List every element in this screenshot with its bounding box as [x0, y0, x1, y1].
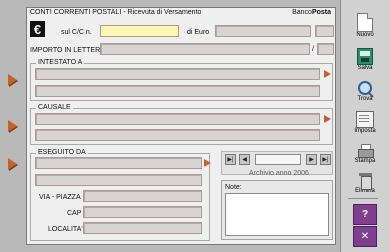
eseguito-line2-field[interactable] — [35, 174, 202, 186]
help-button[interactable]: ? — [353, 204, 377, 225]
street-label: VIA - PIAZZA — [39, 194, 81, 201]
previous-record-button[interactable]: ◀ — [239, 154, 250, 165]
save-button[interactable]: Salva — [348, 39, 382, 73]
first-record-button[interactable]: ▶| — [225, 154, 236, 165]
amount-euro-field[interactable] — [215, 25, 311, 37]
next-record-button[interactable]: ▶ — [306, 154, 317, 165]
eseguito-line1-field[interactable] — [35, 157, 202, 169]
brand-plain: Banco — [292, 9, 312, 16]
form-title: CONTI CORRENTI POSTALI - Ricevuta di Ver… — [30, 9, 202, 16]
record-slider[interactable] — [255, 154, 301, 165]
printer-icon — [357, 144, 374, 158]
causale-line2-field[interactable] — [35, 129, 320, 141]
amount-words-cents-field[interactable] — [317, 43, 334, 55]
intestato-line2-field[interactable] — [35, 85, 320, 97]
causale-title: CAUSALE — [36, 104, 73, 111]
close-icon: ✕ — [360, 231, 370, 242]
floppy-disk-icon — [357, 48, 373, 65]
cap-label: CAP — [67, 210, 82, 217]
intestato-pointer-icon[interactable] — [8, 74, 17, 86]
help-icon: ? — [361, 209, 369, 220]
eseguito-title: ESEGUITO DA — [36, 149, 88, 156]
intestato-line1-field[interactable] — [35, 68, 320, 80]
causale-expand-icon[interactable] — [324, 115, 331, 123]
amount-separator: / — [312, 46, 314, 53]
new-label: Nuovo — [356, 32, 374, 38]
notes-textarea[interactable] — [225, 193, 329, 236]
print-settings-icon — [356, 111, 374, 128]
magnifier-icon — [357, 80, 374, 98]
settings-button[interactable]: Imposta — [348, 102, 382, 136]
city-field[interactable] — [83, 222, 202, 234]
toolbar-divider — [348, 198, 378, 199]
notes-label: Note: — [225, 184, 242, 191]
amount-words-label: IMPORTO IN LETTERE — [30, 47, 105, 54]
find-button[interactable]: Trova — [348, 70, 382, 104]
city-label: LOCALITA' — [48, 226, 83, 233]
amount-words-field[interactable] — [100, 43, 310, 55]
account-number-field[interactable] — [100, 25, 179, 37]
street-field[interactable] — [83, 190, 202, 202]
euro-icon: € — [30, 21, 45, 37]
new-document-icon — [357, 13, 373, 32]
close-button[interactable]: ✕ — [353, 226, 377, 247]
account-label: sul C/C n. — [61, 29, 92, 36]
delete-button[interactable]: Elimina — [348, 162, 382, 196]
amount-cents-field[interactable] — [315, 25, 334, 37]
eseguito-pointer-icon[interactable] — [8, 158, 17, 170]
intestato-expand-icon[interactable] — [324, 70, 331, 78]
brand-bold: Posta — [311, 9, 331, 16]
eseguito-expand-icon[interactable] — [204, 159, 211, 167]
cap-field[interactable] — [83, 206, 202, 218]
archive-year-label: Archivio anno 2006 — [249, 170, 309, 177]
last-record-button[interactable]: ▶| — [320, 154, 331, 165]
form-panel: CONTI CORRENTI POSTALI - Ricevuta di Ver… — [26, 7, 336, 245]
euro-symbol: € — [33, 21, 42, 37]
brand-logo: BancoPosta — [292, 9, 331, 16]
causale-line1-field[interactable] — [35, 113, 320, 125]
causale-pointer-icon[interactable] — [8, 120, 17, 132]
new-button[interactable]: Nuovo — [348, 6, 382, 40]
trash-icon — [358, 173, 372, 190]
print-button[interactable]: Stampa — [348, 132, 382, 166]
euro-label: di Euro — [187, 29, 210, 36]
intestato-title: INTESTATO A — [36, 59, 85, 66]
